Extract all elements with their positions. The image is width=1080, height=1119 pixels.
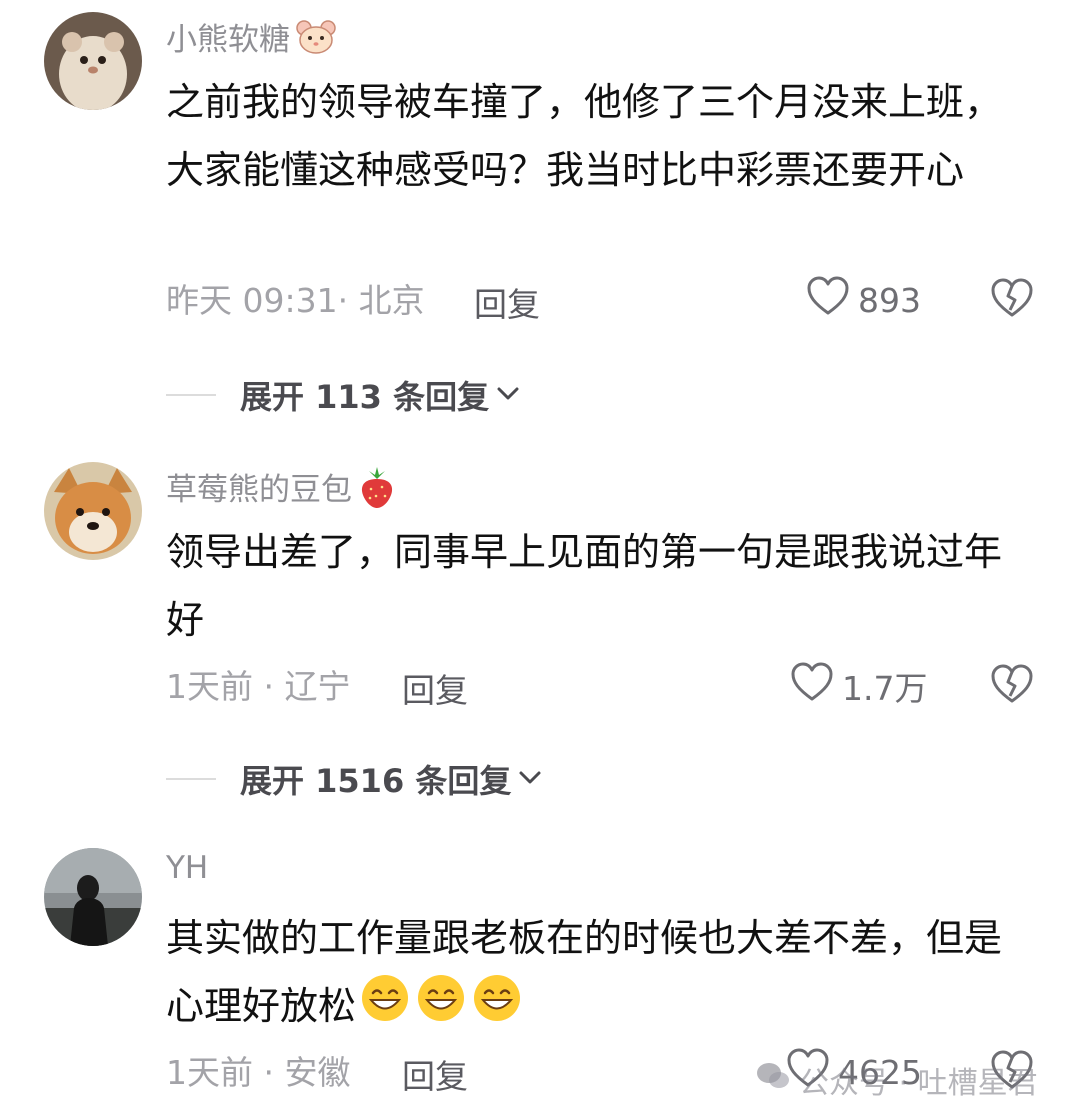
time-location: 1天前 · 辽宁 [166, 667, 351, 706]
comment-meta: 1天前 · 安徽 [166, 1040, 350, 1100]
grinning-face-icon [416, 973, 466, 1044]
chevron-down-icon [489, 383, 521, 407]
hamster-face-icon [296, 19, 336, 55]
like-count: 1.7万 [842, 669, 928, 708]
dislike-button[interactable] [990, 278, 1034, 322]
expand-replies-label: 展开 113 条回复 [240, 378, 490, 416]
divider [166, 778, 216, 780]
reply-button[interactable]: 回复 [402, 664, 468, 712]
avatar[interactable] [44, 462, 142, 560]
avatar[interactable] [44, 12, 142, 110]
username[interactable]: YH [166, 850, 208, 886]
time-location: 昨天 09:31· 北京 [166, 281, 425, 320]
heart-icon [790, 662, 834, 710]
dislike-button[interactable] [990, 664, 1034, 708]
heart-icon [806, 276, 850, 324]
avatar[interactable] [44, 848, 142, 946]
reply-button[interactable]: 回复 [474, 278, 540, 326]
expand-replies-button[interactable]: 展开 113 条回复 [166, 372, 521, 418]
comment-meta: 1天前 · 辽宁 [166, 654, 350, 714]
divider [166, 394, 216, 396]
username[interactable]: 草莓熊的豆包 [166, 464, 396, 509]
like-button[interactable]: 1.7万 [790, 662, 927, 710]
watermark-text: 公众号 · 吐槽星君 [799, 1066, 1038, 1101]
broken-heart-icon [990, 664, 1034, 708]
like-button[interactable]: 893 [806, 276, 921, 324]
comment-text: 领导出差了，同事早上见面的第一句是跟我说过年好 [166, 530, 1003, 642]
grinning-face-icon [472, 973, 522, 1044]
reply-button[interactable]: 回复 [402, 1050, 468, 1098]
chevron-down-icon [511, 767, 543, 791]
like-count: 893 [858, 280, 921, 320]
time-location: 1天前 · 安徽 [166, 1053, 351, 1092]
comment-text: 其实做的工作量跟老板在的时候也大差不差，但是心理好放松 [166, 904, 1036, 1044]
comment-text: 之前我的领导被车撞了，他修了三个月没来上班，大家能懂这种感受吗？我当时比中彩票还… [166, 80, 1003, 192]
watermark: 公众号 · 吐槽星君 [755, 1058, 1038, 1102]
comment-meta: 昨天 09:31· 北京 [166, 268, 425, 328]
expand-replies-label: 展开 1516 条回复 [240, 762, 512, 800]
grinning-face-icon [360, 973, 410, 1044]
username[interactable]: 小熊软糖 [166, 14, 336, 59]
emoji-row [360, 973, 522, 1044]
broken-heart-icon [990, 278, 1034, 322]
wechat-icon [755, 1060, 791, 1100]
strawberry-icon [358, 465, 396, 509]
expand-replies-button[interactable]: 展开 1516 条回复 [166, 756, 543, 802]
